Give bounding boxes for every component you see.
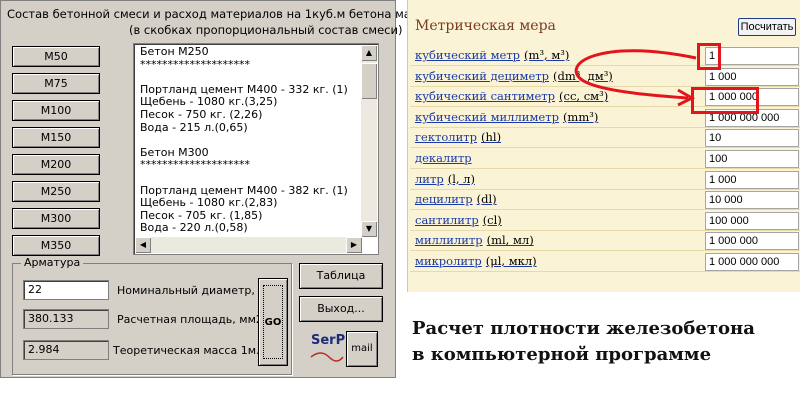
unit-row: литр (l, л) 1 000 xyxy=(410,170,800,190)
caption-line-1: Расчет плотности железобетона xyxy=(412,318,755,339)
area-label: Расчетная площадь, мм2 xyxy=(117,313,263,326)
go-button[interactable]: GO xyxy=(258,278,288,366)
unit-abbreviation: (dl) xyxy=(476,192,497,207)
mix-composition-textbox[interactable]: Бетон М250 ******************** Портланд… xyxy=(133,43,379,255)
unit-value-input[interactable]: 100 000 xyxy=(705,211,799,230)
concrete-calculator-window: Состав бетонной смеси и расход материало… xyxy=(0,0,436,378)
unit-name: кубический сантиметр xyxy=(415,89,556,104)
unit-row: микролитр (μl, мкл) 1 000 000 000 xyxy=(410,252,800,272)
grade-button[interactable]: M75 xyxy=(12,73,100,94)
grade-button[interactable]: M350 xyxy=(12,235,100,256)
unit-abbreviation: (mm³) xyxy=(562,109,599,124)
unit-abbreviation: (cl) xyxy=(482,212,502,227)
red-arrow-icon xyxy=(574,49,697,106)
mass-output: 2.984 xyxy=(23,340,109,360)
unit-name: кубический миллиметр xyxy=(415,109,559,124)
unit-value-input[interactable]: 1 000 000 xyxy=(705,232,799,251)
scroll-thumb[interactable] xyxy=(361,63,377,99)
unit-link[interactable]: кубический миллиметр (mm³) xyxy=(415,110,598,124)
unit-name: децилитр xyxy=(415,192,473,207)
grade-button[interactable]: M300 xyxy=(12,208,100,229)
rebar-group-label: Арматура xyxy=(21,256,84,269)
scroll-right-icon[interactable]: ▶ xyxy=(346,237,362,253)
unit-row: миллилитр (ml, мл) 1 000 000 xyxy=(410,231,800,252)
unit-link[interactable]: микролитр (μl, мкл) xyxy=(415,254,537,268)
app-subtitle: (в скобках пропорциональный состав смеси… xyxy=(129,23,403,37)
scroll-left-icon[interactable]: ◀ xyxy=(135,237,151,253)
unit-link[interactable]: гектолитр (hl) xyxy=(415,130,501,144)
diameter-label: Номинальный диаметр, мм xyxy=(117,284,275,297)
unit-name: кубический метр xyxy=(415,48,521,62)
unit-value-input[interactable]: 10 xyxy=(705,129,799,148)
unit-link[interactable]: декалитр xyxy=(415,151,476,165)
grade-button[interactable]: M250 xyxy=(12,181,100,202)
unit-row: гектолитр (hl) 10 xyxy=(410,128,800,149)
grade-button[interactable]: M100 xyxy=(12,100,100,121)
unit-name: микролитр xyxy=(415,254,482,268)
unit-name: сантилитр xyxy=(415,212,479,227)
unit-link[interactable]: кубический метр (m³, м³) xyxy=(415,48,569,62)
highlight-box-cubic-meter xyxy=(697,43,721,70)
calculate-button[interactable]: Посчитать xyxy=(738,18,796,36)
unit-link[interactable]: децилитр (dl) xyxy=(415,192,497,206)
grade-button[interactable]: M150 xyxy=(12,127,100,148)
unit-value-input[interactable]: 100 xyxy=(705,150,799,168)
unit-row: декалитр 100 xyxy=(410,149,800,169)
area-output: 380.133 xyxy=(23,309,109,329)
unit-value-input[interactable]: 10 000 xyxy=(705,191,799,210)
unit-value-input[interactable]: 1 000 xyxy=(705,170,799,189)
horizontal-scrollbar[interactable]: ◀ ▶ xyxy=(135,237,362,253)
metric-converter-panel: Метрическая мера Посчитать кубический ме… xyxy=(407,0,800,292)
grade-button[interactable]: M50 xyxy=(12,46,100,67)
unit-row: сантилитр (cl) 100 000 xyxy=(410,211,800,231)
unit-abbreviation: (l, л) xyxy=(447,171,475,186)
unit-name: миллилитр xyxy=(415,233,483,248)
converter-title: Метрическая мера xyxy=(415,18,556,34)
diameter-input[interactable]: 22 xyxy=(23,280,109,300)
app-title: Состав бетонной смеси и расход материало… xyxy=(7,7,437,21)
table-button[interactable]: Таблица xyxy=(299,263,383,289)
unit-name: кубический дециметр xyxy=(415,68,549,83)
logo-swoosh-icon xyxy=(310,352,344,362)
unit-name: декалитр xyxy=(415,151,472,165)
unit-abbreviation: (hl) xyxy=(481,130,502,145)
scroll-down-icon[interactable]: ▼ xyxy=(361,221,377,237)
vertical-scrollbar[interactable]: ▲ ▼ xyxy=(361,45,377,237)
scroll-up-icon[interactable]: ▲ xyxy=(361,45,377,61)
unit-value-input[interactable]: 1 000 xyxy=(705,67,799,86)
serp-logo: SerP xyxy=(311,333,346,348)
unit-value-input[interactable]: 1 000 000 000 xyxy=(705,253,799,271)
unit-link[interactable]: миллилитр (ml, мл) xyxy=(415,233,534,247)
mass-label: Теоретическая масса 1м., кг xyxy=(113,344,279,357)
unit-name: литр xyxy=(415,171,444,186)
mail-button[interactable]: mail xyxy=(346,331,378,367)
rebar-groupbox: Арматура 22 Номинальный диаметр, мм 380.… xyxy=(12,256,292,375)
go-button-label: GO xyxy=(263,285,283,359)
exit-button[interactable]: Выход... xyxy=(299,296,383,322)
unit-link[interactable]: литр (l, л) xyxy=(415,172,475,186)
highlight-box-cubic-centimeter xyxy=(691,87,759,114)
unit-name: гектолитр xyxy=(415,130,477,145)
mix-composition-text: Бетон М250 ******************** Портланд… xyxy=(140,45,348,235)
unit-link[interactable]: сантилитр (cl) xyxy=(415,213,502,227)
unit-abbreviation: (μl, мкл) xyxy=(485,254,537,268)
unit-row: децилитр (dl) 10 000 xyxy=(410,190,800,211)
unit-abbreviation: (ml, мл) xyxy=(486,233,534,248)
grade-button[interactable]: M200 xyxy=(12,154,100,175)
caption-line-2: в компьютерной программе xyxy=(412,344,712,365)
